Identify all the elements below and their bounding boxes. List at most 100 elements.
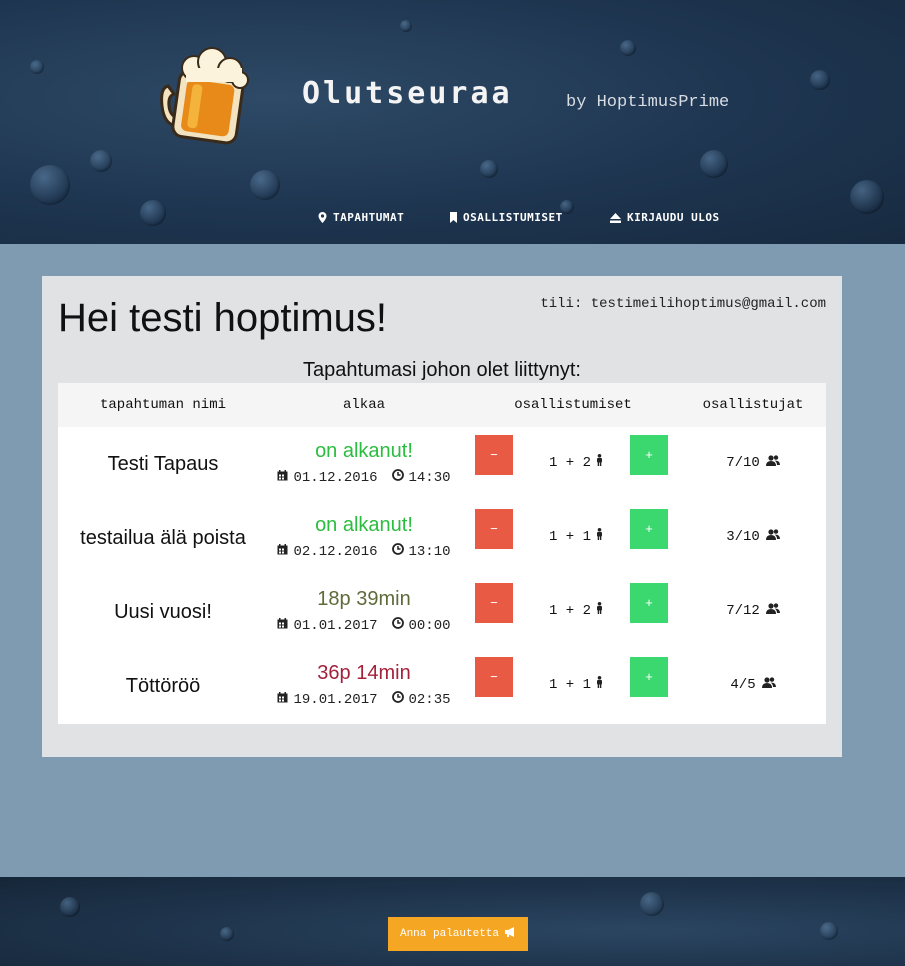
attendee-count: 3/10 [698,529,808,545]
participation-count: 1 + 2 [526,454,626,471]
participation-value: 1 + 2 [548,602,591,619]
site-byline: by HoptimusPrime [566,93,730,112]
nav-label: OSALLISTUMISET [463,211,563,224]
table-row: Uusi vuosi! 18p 39min 01.01.2017 00:00 − 1 + … [58,583,826,657]
participation-value: 1 + 1 [548,676,591,693]
participation-value: 1 + 2 [548,454,591,471]
attendee-count: 4/5 [698,677,808,693]
water-drop [220,927,234,941]
users-icon [765,455,780,471]
water-drop [60,897,80,917]
nav-item-tapahtumat[interactable]: TAPAHTUMAT [318,211,404,224]
water-drop [250,170,280,200]
water-drop [400,20,412,32]
water-drop [810,70,830,90]
calendar-icon [277,617,288,634]
main-nav: TAPAHTUMAT OSALLISTUMISET KIRJAUDU ULOS [0,211,905,227]
users-icon [761,677,776,693]
site-header: Olutseuraa by HoptimusPrime TAPAHTUMAT O… [0,0,905,244]
attendee-value: 4/5 [730,677,756,693]
column-header: tapahtuman nimi [99,397,227,413]
event-datetime: 19.01.2017 02:35 [264,691,464,708]
increase-participation-button[interactable]: + [630,657,668,697]
clock-icon [391,691,404,708]
event-date: 01.01.2017 [293,617,378,634]
event-date: 02.12.2016 [293,543,378,560]
clock-icon [391,469,404,486]
event-name: Testi Tapaus [107,453,219,475]
attendee-value: 7/12 [726,603,760,619]
feedback-label: Anna palautetta [399,928,500,940]
water-drop [640,892,664,916]
table-row: testailua älä poista on alkanut! 02.12.201… [58,509,826,583]
water-drop [480,160,498,178]
attendee-value: 7/10 [726,455,760,471]
person-icon [596,676,603,693]
attendee-value: 3/10 [726,529,760,545]
event-date: 01.12.2016 [293,469,378,486]
site-title: Olutseuraa [302,76,513,111]
nav-item-kirjaudu-ulos[interactable]: KIRJAUDU ULOS [610,211,720,224]
calendar-icon [277,543,288,560]
water-drop [620,40,636,56]
water-drop [850,180,884,214]
decrease-participation-button[interactable]: − [475,583,513,623]
map-marker-icon [318,212,327,223]
event-time: 13:10 [408,543,451,560]
column-header: alkaa [342,397,385,413]
attendee-count: 7/12 [698,603,808,619]
water-drop [700,150,728,178]
bookmark-icon [450,212,457,223]
event-name: Töttöröö [125,675,201,697]
clock-icon [391,617,404,634]
person-icon [596,454,603,471]
decrease-participation-button[interactable]: − [475,435,513,475]
participation-value: 1 + 1 [548,528,591,545]
users-icon [765,603,780,619]
nav-label: TAPAHTUMAT [333,211,405,224]
increase-participation-button[interactable]: + [630,583,668,623]
account-email: tili: testimeilihoptimus@gmail.com [540,296,826,312]
increase-participation-button[interactable]: + [630,435,668,475]
site-footer: Anna palautetta [0,877,905,966]
water-drop [30,165,70,205]
table-row: Testi Tapaus on alkanut! 01.12.2016 14:30 − 1… [58,435,826,509]
person-icon [596,602,603,619]
event-datetime: 02.12.2016 13:10 [264,543,464,560]
event-name: testailua älä poista [80,527,246,549]
event-date: 19.01.2017 [293,691,378,708]
event-time: 00:00 [408,617,451,634]
event-time: 14:30 [408,469,451,486]
nav-label: KIRJAUDU ULOS [627,211,720,224]
nav-item-osallistumiset[interactable]: OSALLISTUMISET [450,211,563,224]
page-title: Hei testi hoptimus! [58,296,388,340]
attendee-count: 7/10 [698,455,808,471]
events-table: tapahtuman nimi alkaa osallistumiset osa… [58,383,826,724]
event-status: 18p 39min [317,588,411,610]
event-time: 02:35 [408,691,451,708]
section-subtitle: Tapahtumasi johon olet liittynyt: [303,359,581,381]
event-datetime: 01.12.2016 14:30 [264,469,464,486]
participation-count: 1 + 1 [526,676,626,693]
calendar-icon [277,469,288,486]
table-header: tapahtuman nimi alkaa osallistumiset osa… [58,383,826,427]
event-status: 36p 14min [317,662,411,684]
person-icon [596,528,603,545]
event-datetime: 01.01.2017 00:00 [264,617,464,634]
eject-icon [610,212,621,223]
decrease-participation-button[interactable]: − [475,657,513,697]
event-name: Uusi vuosi! [114,601,212,623]
water-drop [820,922,838,940]
calendar-icon [277,691,288,708]
decrease-participation-button[interactable]: − [475,509,513,549]
increase-participation-button[interactable]: + [630,509,668,549]
event-status: on alkanut! [315,514,413,536]
beer-mug-logo [160,46,252,146]
event-status: on alkanut! [315,440,413,462]
events-card: Hei testi hoptimus! tili: testimeilihopt… [42,276,842,757]
feedback-button[interactable]: Anna palautetta [388,917,528,951]
column-header: osallistujat [702,397,804,413]
water-drop [30,60,44,74]
megaphone-icon [505,927,516,941]
users-icon [765,529,780,545]
